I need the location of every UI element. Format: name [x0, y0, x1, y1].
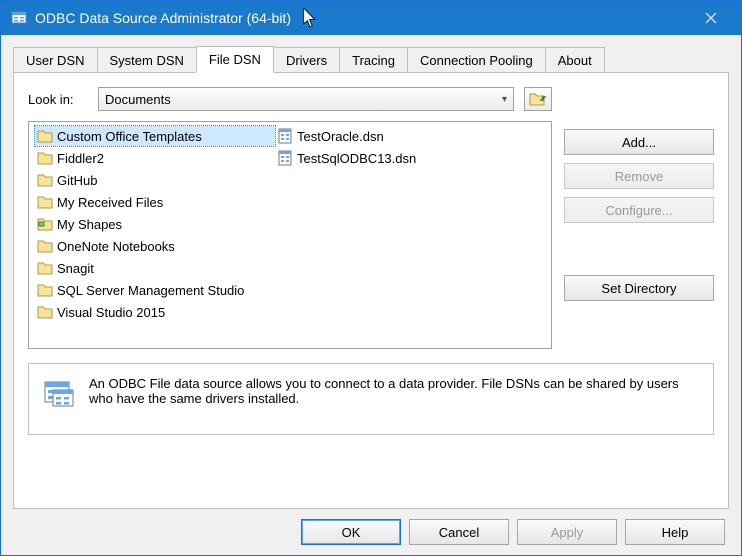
folder-icon	[37, 217, 53, 231]
folder-icon	[37, 283, 53, 297]
tab-about[interactable]: About	[545, 47, 605, 73]
list-item[interactable]: My Shapes	[35, 214, 275, 234]
file-list[interactable]: Custom Office Templates Fiddler2 GitHub	[28, 121, 552, 349]
folder-icon	[37, 173, 53, 187]
client-area: User DSN System DSN File DSN Drivers Tra…	[1, 35, 741, 555]
dsn-file-icon	[277, 150, 293, 166]
tab-tracing[interactable]: Tracing	[339, 47, 408, 73]
lookin-value: Documents	[105, 92, 171, 107]
info-text: An ODBC File data source allows you to c…	[89, 376, 699, 406]
ok-button[interactable]: OK	[301, 519, 401, 545]
list-item[interactable]: Snagit	[35, 258, 275, 278]
item-label: Visual Studio 2015	[57, 305, 165, 320]
list-item[interactable]: My Received Files	[35, 192, 275, 212]
folder-icon	[37, 305, 53, 319]
folder-icon	[37, 195, 53, 209]
item-label: TestOracle.dsn	[297, 129, 384, 144]
list-item[interactable]: TestSqlODBC13.dsn	[275, 148, 515, 168]
lookin-label: Look in:	[28, 92, 88, 107]
close-button[interactable]	[691, 1, 731, 35]
item-label: My Received Files	[57, 195, 163, 210]
folder-icon	[37, 261, 53, 275]
item-label: My Shapes	[57, 217, 122, 232]
tabstrip: User DSN System DSN File DSN Drivers Tra…	[13, 45, 729, 72]
cancel-button[interactable]: Cancel	[409, 519, 509, 545]
tab-system-dsn[interactable]: System DSN	[97, 47, 197, 73]
odbc-info-icon	[43, 378, 75, 410]
item-label: Snagit	[57, 261, 94, 276]
add-button[interactable]: Add...	[564, 129, 714, 155]
file-dsn-page: Look in: Documents ▾	[13, 72, 729, 509]
dsn-file-icon	[277, 128, 293, 144]
chevron-down-icon: ▾	[502, 94, 507, 105]
list-item[interactable]: Custom Office Templates	[35, 126, 275, 146]
window-title: ODBC Data Source Administrator (64-bit)	[35, 10, 291, 26]
folder-icon	[37, 239, 53, 253]
tab-drivers[interactable]: Drivers	[273, 47, 340, 73]
tab-connection-pooling[interactable]: Connection Pooling	[407, 47, 546, 73]
app-icon	[11, 10, 27, 26]
folder-up-button[interactable]	[524, 87, 552, 111]
list-item[interactable]: GitHub	[35, 170, 275, 190]
list-item[interactable]: Visual Studio 2015	[35, 302, 275, 322]
odbc-admin-window: ODBC Data Source Administrator (64-bit) …	[0, 0, 742, 556]
cursor-icon	[303, 8, 317, 28]
list-item[interactable]: Fiddler2	[35, 148, 275, 168]
configure-button[interactable]: Configure...	[564, 197, 714, 223]
tab-file-dsn[interactable]: File DSN	[196, 46, 274, 73]
lookin-combo[interactable]: Documents ▾	[98, 87, 514, 111]
item-label: Fiddler2	[57, 151, 104, 166]
tab-user-dsn[interactable]: User DSN	[13, 47, 98, 73]
dialog-buttons: OK Cancel Apply Help	[13, 509, 729, 547]
set-directory-button[interactable]: Set Directory	[564, 275, 714, 301]
info-panel: An ODBC File data source allows you to c…	[28, 363, 714, 435]
item-label: OneNote Notebooks	[57, 239, 175, 254]
item-label: Custom Office Templates	[57, 129, 202, 144]
list-item[interactable]: TestOracle.dsn	[275, 126, 515, 146]
apply-button[interactable]: Apply	[517, 519, 617, 545]
remove-button[interactable]: Remove	[564, 163, 714, 189]
item-label: TestSqlODBC13.dsn	[297, 151, 416, 166]
folder-icon	[37, 129, 53, 143]
folder-icon	[37, 151, 53, 165]
list-item[interactable]: OneNote Notebooks	[35, 236, 275, 256]
item-label: GitHub	[57, 173, 97, 188]
item-label: SQL Server Management Studio	[57, 283, 244, 298]
titlebar: ODBC Data Source Administrator (64-bit)	[1, 1, 741, 35]
help-button[interactable]: Help	[625, 519, 725, 545]
list-item[interactable]: SQL Server Management Studio	[35, 280, 275, 300]
